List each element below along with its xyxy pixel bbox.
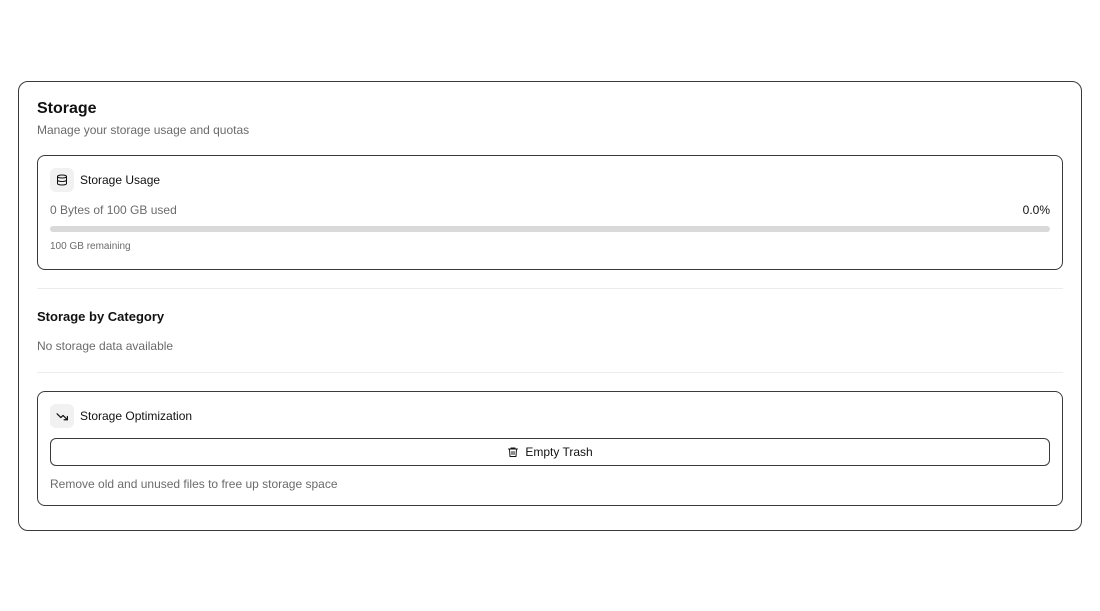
trending-down-icon <box>50 404 74 428</box>
category-title: Storage by Category <box>37 309 165 324</box>
usage-percent: 0.0% <box>1022 203 1050 217</box>
page-subtitle: Manage your storage usage and quotas <box>37 123 250 137</box>
usage-summary-row: 0 Bytes of 100 GB used 0.0% <box>50 203 1050 217</box>
storage-usage-header: Storage Usage <box>50 168 1050 192</box>
divider <box>37 288 1063 289</box>
storage-optimization-title: Storage Optimization <box>80 409 193 423</box>
usage-remaining-text: 100 GB remaining <box>50 241 131 252</box>
storage-usage-title: Storage Usage <box>80 173 161 187</box>
usage-progress-bar <box>50 226 1050 232</box>
storage-optimization-header: Storage Optimization <box>50 404 1050 428</box>
storage-usage-panel: Storage Usage 0 Bytes of 100 GB used 0.0… <box>37 155 1063 270</box>
storage-optimization-panel: Storage Optimization Empty Trash Remove … <box>37 391 1063 506</box>
category-empty-text: No storage data available <box>37 339 174 353</box>
page-title: Storage <box>37 100 97 117</box>
optimization-hint: Remove old and unused files to free up s… <box>50 477 338 491</box>
usage-used-text: 0 Bytes of 100 GB used <box>50 203 177 217</box>
divider <box>37 372 1063 373</box>
storage-card: Storage Manage your storage usage and qu… <box>18 81 1082 531</box>
empty-trash-button[interactable]: Empty Trash <box>50 438 1050 466</box>
empty-trash-label: Empty Trash <box>525 445 593 459</box>
database-icon <box>50 168 74 192</box>
trash-icon <box>507 446 519 458</box>
